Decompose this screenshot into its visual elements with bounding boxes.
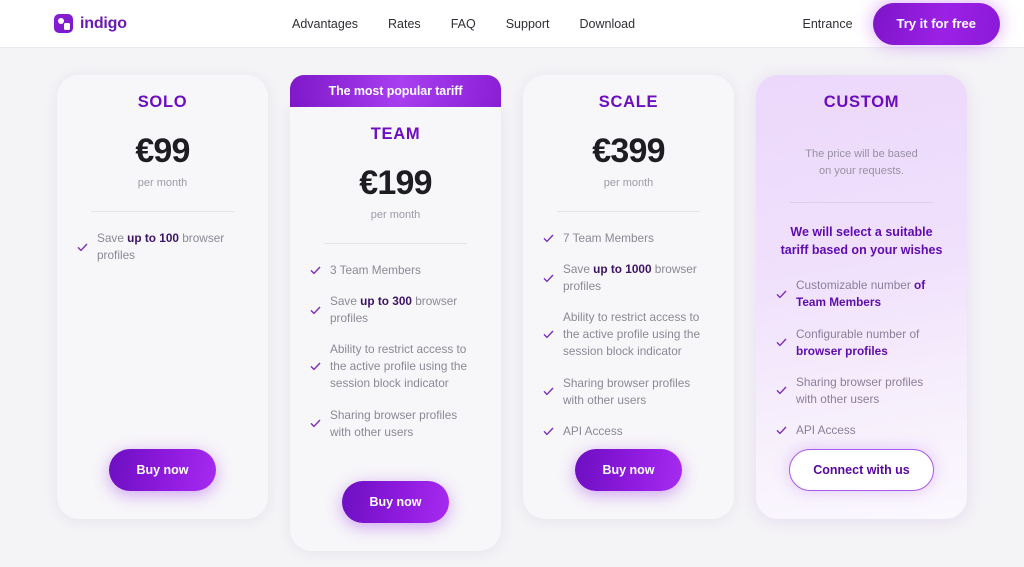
pricing-card-scale: SCALE €399 per month 7 Team Members Save up …	[523, 75, 734, 551]
feature-item: Save up to 1000 browser profiles	[543, 261, 714, 295]
brand-name: indigo	[80, 14, 127, 32]
plan-price: €399	[592, 132, 665, 170]
pricing-cards: SOLO €99 per month Save up to 100 browser p…	[57, 75, 967, 551]
check-icon	[776, 290, 787, 299]
feature-item: Customizable number of Team Members	[776, 277, 947, 311]
feature-text: Customizable number of Team Members	[796, 278, 926, 310]
check-icon	[776, 338, 787, 347]
card-body-solo: SOLO €99 per month Save up to 100 browser p…	[57, 75, 268, 519]
feature-item: Ability to restrict access to the active…	[310, 341, 481, 392]
card-divider	[557, 211, 700, 212]
header-actions: Entrance Try it for free	[803, 2, 1000, 45]
feature-item: Save up to 300 browser profiles	[310, 293, 481, 327]
check-icon	[776, 426, 787, 435]
feature-text: Save up to 300 browser profiles	[330, 294, 458, 326]
plan-title: TEAM	[370, 125, 421, 143]
feature-item: Sharing browser profiles with other user…	[776, 374, 947, 408]
brand-logo[interactable]: indigo	[54, 14, 127, 33]
feature-item: 3 Team Members	[310, 262, 481, 279]
check-icon	[543, 234, 554, 243]
pricing-card-solo: SOLO €99 per month Save up to 100 browser p…	[57, 75, 268, 551]
feature-item: Ability to restrict access to the active…	[543, 309, 714, 360]
card-action-row: Connect with us	[756, 449, 967, 491]
feature-text: Save up to 1000 browser profiles	[563, 262, 697, 294]
check-icon	[77, 243, 88, 251]
popular-badge: The most popular tariff	[290, 75, 501, 107]
plan-price: €199	[359, 164, 432, 202]
nav-item-support[interactable]: Support	[506, 17, 550, 31]
feature-text: API Access	[563, 423, 623, 438]
feature-item: API Access	[543, 423, 714, 440]
feature-text: Ability to restrict access to the active…	[563, 310, 701, 359]
feature-text: Sharing browser profiles with other user…	[796, 374, 924, 406]
main-navigation: Advantages Rates FAQ Support Download	[292, 17, 635, 31]
check-icon	[543, 427, 554, 435]
plan-period: per month	[137, 177, 188, 189]
indigo-logo-icon	[54, 14, 73, 33]
pricing-section: SOLO €99 per month Save up to 100 browser p…	[0, 48, 1024, 567]
feature-text: 7 Team Members	[563, 231, 654, 245]
feature-list: Save up to 100 browser profiles	[77, 230, 248, 264]
check-icon	[776, 387, 787, 395]
buy-now-button-scale[interactable]: Buy now	[575, 449, 682, 491]
check-icon	[310, 266, 321, 275]
feature-list: 3 Team Members Save up to 300 browser pro…	[310, 262, 481, 441]
feature-text: API Access	[796, 422, 856, 437]
feature-item: Configurable number of browser profiles	[776, 326, 947, 360]
card-action-row: Buy now	[290, 481, 501, 523]
feature-text: 3 Team Members	[330, 263, 421, 277]
card-action-row: Buy now	[57, 449, 268, 491]
card-body-scale: SCALE €399 per month 7 Team Members Save up …	[523, 75, 734, 519]
try-it-for-free-button[interactable]: Try it for free	[872, 2, 1000, 45]
feature-item: API Access	[776, 422, 947, 439]
site-header: indigo Advantages Rates FAQ Support Download…	[0, 0, 1024, 48]
feature-item: 7 Team Members	[543, 230, 714, 247]
plan-period: per month	[370, 209, 421, 221]
feature-text: Sharing browser profiles with other user…	[330, 407, 458, 439]
plan-title: SOLO	[137, 93, 188, 111]
feature-item: Sharing browser profiles with other user…	[310, 407, 481, 441]
plan-headline: We will select a suitable tariff based o…	[780, 225, 943, 258]
nav-item-download[interactable]: Download	[579, 17, 635, 31]
nav-item-advantages[interactable]: Advantages	[292, 17, 358, 31]
nav-item-rates[interactable]: Rates	[388, 17, 421, 31]
plan-period: per month	[603, 177, 654, 189]
card-divider	[91, 211, 234, 212]
feature-list: 7 Team Members Save up to 1000 browser pr…	[543, 230, 714, 440]
feature-item: Sharing browser profiles with other user…	[543, 375, 714, 409]
card-divider	[790, 202, 933, 204]
buy-now-button-team[interactable]: Buy now	[342, 481, 449, 523]
entrance-link[interactable]: Entrance	[803, 17, 853, 31]
buy-now-button-solo[interactable]: Buy now	[109, 449, 216, 491]
plan-title: SCALE	[598, 93, 659, 111]
check-icon	[543, 387, 554, 396]
feature-list: Customizable number of Team Members Confi…	[776, 277, 947, 439]
nav-item-faq[interactable]: FAQ	[451, 17, 476, 31]
card-body-custom: CUSTOM The price will be based on your req…	[756, 75, 967, 519]
feature-text: Save up to 100 browser profiles	[97, 231, 225, 263]
card-divider	[324, 243, 467, 244]
plan-price: €99	[135, 132, 190, 170]
feature-text: Sharing browser profiles with other user…	[563, 375, 691, 407]
check-icon	[543, 274, 554, 282]
pricing-card-team: The most popular tariff TEAM €199 per month…	[290, 75, 501, 551]
card-body-team: TEAM €199 per month 3 Team Members Save up t…	[290, 107, 501, 551]
card-action-row: Buy now	[523, 449, 734, 491]
pricing-card-custom: CUSTOM The price will be based on your req…	[756, 75, 967, 551]
feature-text: Configurable number of browser profiles	[796, 326, 920, 358]
check-icon	[310, 306, 321, 314]
plan-title: CUSTOM	[823, 93, 900, 111]
feature-text: Ability to restrict access to the active…	[330, 342, 468, 391]
connect-with-us-button-custom[interactable]: Connect with us	[789, 449, 934, 491]
check-icon	[543, 331, 554, 339]
check-icon	[310, 363, 321, 371]
check-icon	[310, 419, 321, 428]
plan-price-note: The price will be based on your requests.	[805, 148, 918, 178]
feature-item: Save up to 100 browser profiles	[77, 230, 248, 264]
